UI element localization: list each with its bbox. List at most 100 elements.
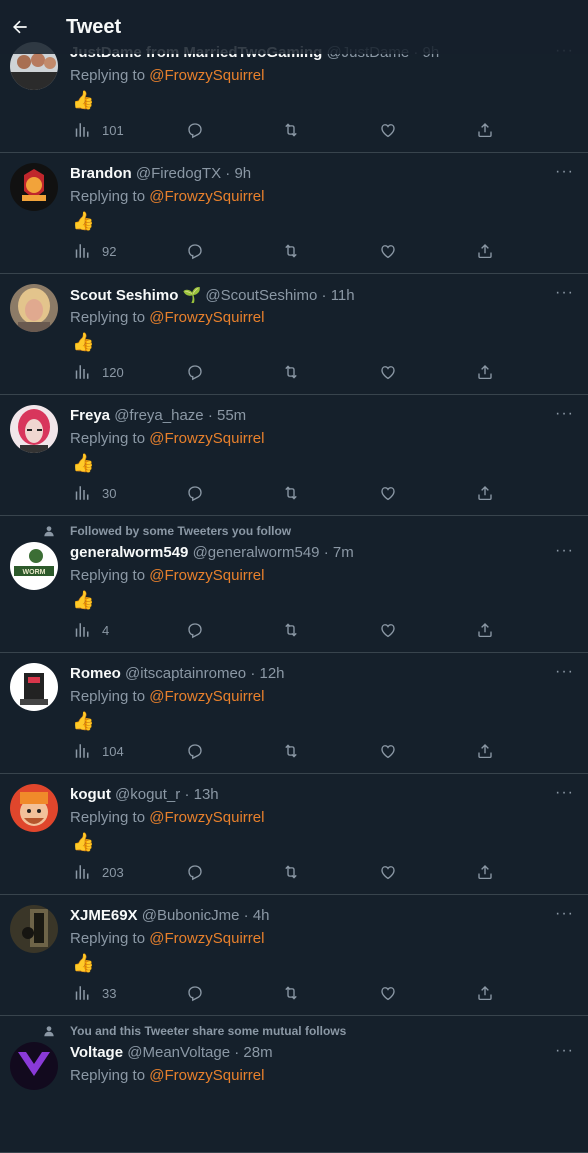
analytics-button[interactable]: 30	[72, 484, 116, 502]
mention-link[interactable]: @FrowzySquirrel	[149, 188, 264, 205]
author-handle[interactable]: @MeanVoltage	[127, 1044, 230, 1061]
retweet-button[interactable]	[282, 242, 300, 260]
tweet-time[interactable]: 28m	[243, 1044, 272, 1061]
reply-button[interactable]	[186, 863, 204, 881]
avatar[interactable]	[10, 1042, 58, 1090]
avatar[interactable]: WORM	[10, 542, 58, 590]
tweet-time[interactable]: 55m	[217, 407, 246, 424]
author-handle[interactable]: @FiredogTX	[136, 165, 221, 182]
share-button[interactable]	[476, 621, 494, 639]
mention-link[interactable]: @FrowzySquirrel	[149, 930, 264, 947]
author-handle[interactable]: @ScoutSeshimo	[205, 287, 317, 304]
more-options-button[interactable]: ···	[555, 284, 574, 302]
avatar[interactable]	[10, 405, 58, 453]
more-options-button[interactable]: ···	[555, 784, 574, 802]
retweet-button[interactable]	[282, 121, 300, 139]
share-button[interactable]	[476, 484, 494, 502]
author-name[interactable]: Freya	[70, 407, 110, 424]
author-name[interactable]: XJME69X	[70, 907, 138, 924]
mention-link[interactable]: @FrowzySquirrel	[149, 688, 264, 705]
author-handle[interactable]: @freya_haze	[114, 407, 203, 424]
author-handle[interactable]: @generalworm549	[193, 544, 320, 561]
more-options-button[interactable]: ···	[555, 905, 574, 923]
tweet-9[interactable]: You and this Tweeter share some mutual f…	[0, 1016, 588, 1153]
mention-link[interactable]: @FrowzySquirrel	[149, 1067, 264, 1084]
share-button[interactable]	[476, 363, 494, 381]
reply-button[interactable]	[186, 484, 204, 502]
share-icon	[476, 984, 494, 1002]
share-button[interactable]	[476, 984, 494, 1002]
author-name[interactable]: kogut	[70, 786, 111, 803]
analytics-button[interactable]: 92	[72, 242, 116, 260]
tweet-time[interactable]: 13h	[194, 786, 219, 803]
analytics-button[interactable]: 203	[72, 863, 124, 881]
tweet-7[interactable]: kogut @kogut_r · 13h ··· Replying to @Fr…	[0, 774, 588, 895]
more-options-button[interactable]: ···	[555, 163, 574, 181]
avatar[interactable]	[10, 663, 58, 711]
author-handle[interactable]: @kogut_r	[115, 786, 180, 803]
avatar[interactable]	[10, 905, 58, 953]
avatar[interactable]	[10, 284, 58, 332]
mention-link[interactable]: @FrowzySquirrel	[149, 567, 264, 584]
tweet-time[interactable]: 9h	[234, 165, 251, 182]
mention-link[interactable]: @FrowzySquirrel	[149, 809, 264, 826]
like-button[interactable]	[379, 621, 397, 639]
reply-button[interactable]	[186, 242, 204, 260]
share-button[interactable]	[476, 121, 494, 139]
author-name[interactable]: Voltage	[70, 1044, 123, 1061]
like-button[interactable]	[379, 863, 397, 881]
author-name[interactable]: Romeo	[70, 665, 121, 682]
reply-button[interactable]	[186, 121, 204, 139]
tweet-8[interactable]: XJME69X @BubonicJme · 4h ··· Replying to…	[0, 895, 588, 1016]
analytics-button[interactable]: 104	[72, 742, 124, 760]
reply-button[interactable]	[186, 984, 204, 1002]
more-options-button[interactable]: ···	[555, 1042, 574, 1060]
tweet-2[interactable]: Brandon @FiredogTX · 9h ··· Replying to …	[0, 153, 588, 274]
retweet-button[interactable]	[282, 363, 300, 381]
retweet-button[interactable]	[282, 863, 300, 881]
tweet-4[interactable]: Freya @freya_haze · 55m ··· Replying to …	[0, 395, 588, 516]
like-button[interactable]	[379, 363, 397, 381]
tweet-time[interactable]: 11h	[331, 287, 355, 304]
reply-context: Replying to @FrowzySquirrel	[70, 688, 264, 705]
author-name[interactable]: Scout Seshimo	[70, 287, 178, 304]
like-button[interactable]	[379, 742, 397, 760]
like-button[interactable]	[379, 484, 397, 502]
tweet-6[interactable]: Romeo @itscaptainromeo · 12h ··· Replyin…	[0, 653, 588, 774]
analytics-button[interactable]: 101	[72, 121, 124, 139]
analytics-button[interactable]: 4	[72, 621, 109, 639]
back-button[interactable]	[0, 7, 40, 47]
author-handle[interactable]: @BubonicJme	[142, 907, 240, 924]
author-name[interactable]: Brandon	[70, 165, 132, 182]
tweet-5[interactable]: Followed by some Tweeters you follow WORM…	[0, 516, 588, 653]
author-name[interactable]: generalworm549	[70, 544, 188, 561]
share-button[interactable]	[476, 863, 494, 881]
mention-link[interactable]: @FrowzySquirrel	[149, 309, 264, 326]
analytics-button[interactable]: 33	[72, 984, 116, 1002]
author-handle[interactable]: @itscaptainromeo	[125, 665, 246, 682]
reply-button[interactable]	[186, 363, 204, 381]
reply-button[interactable]	[186, 621, 204, 639]
analytics-button[interactable]: 120	[72, 363, 124, 381]
avatar[interactable]	[10, 163, 58, 211]
like-button[interactable]	[379, 121, 397, 139]
tweet-time[interactable]: 4h	[253, 907, 270, 924]
share-button[interactable]	[476, 242, 494, 260]
like-button[interactable]	[379, 242, 397, 260]
tweet-time[interactable]: 7m	[333, 544, 354, 561]
more-options-button[interactable]: ···	[555, 405, 574, 423]
retweet-button[interactable]	[282, 484, 300, 502]
retweet-button[interactable]	[282, 742, 300, 760]
tweet-3[interactable]: Scout Seshimo 🌱 @ScoutSeshimo · 11h ··· …	[0, 274, 588, 395]
retweet-button[interactable]	[282, 621, 300, 639]
retweet-button[interactable]	[282, 984, 300, 1002]
avatar[interactable]	[10, 784, 58, 832]
more-options-button[interactable]: ···	[555, 663, 574, 681]
more-options-button[interactable]: ···	[555, 542, 574, 560]
share-button[interactable]	[476, 742, 494, 760]
mention-link[interactable]: @FrowzySquirrel	[149, 67, 264, 84]
reply-button[interactable]	[186, 742, 204, 760]
like-button[interactable]	[379, 984, 397, 1002]
tweet-time[interactable]: 12h	[259, 665, 284, 682]
mention-link[interactable]: @FrowzySquirrel	[149, 430, 264, 447]
